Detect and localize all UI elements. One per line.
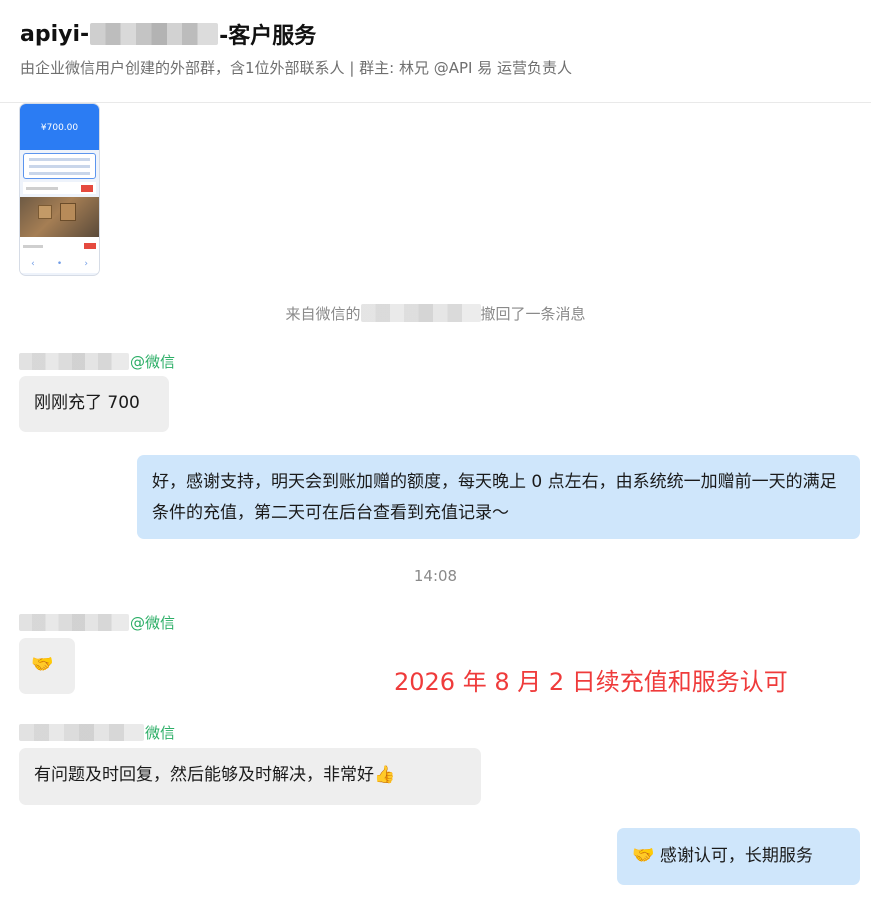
recall-notice-suffix: 撤回了一条消息 — [480, 305, 586, 323]
image-footer — [20, 237, 99, 255]
sender-name[interactable]: @微信 — [19, 612, 175, 633]
recall-notice-prefix: 来自微信的 — [285, 305, 361, 323]
handshake-icon: 🤝 — [31, 654, 54, 675]
image-message[interactable]: ¥700.00 ‹ • › — [19, 103, 100, 276]
sender-name[interactable]: @微信 — [19, 351, 175, 372]
message-text: 感谢认可，长期服务 — [659, 846, 813, 866]
sender-suffix: @微信 — [130, 353, 176, 371]
sender-suffix: 微信 — [145, 724, 176, 742]
redacted-name — [19, 724, 144, 741]
message-text: 刚刚充了 700 — [34, 393, 140, 413]
redacted-name — [360, 304, 481, 322]
message-text: 有问题及时回复，然后能够及时解决，非常好👍 — [34, 765, 396, 785]
group-subtitle: 由企业微信用户创建的外部群，含1位外部联系人 | 群主: 林兄 @API 易 运… — [20, 59, 572, 77]
message-text: 好，感谢支持，明天会到账加赠的额度，每天晚上 0 点左右，由系统统一加赠前一天的… — [152, 472, 837, 523]
timestamp: 14:08 — [413, 567, 458, 585]
image-amount: ¥700.00 — [20, 104, 99, 150]
message-list[interactable]: ¥700.00 ‹ • › 来自微信的 撤回了一条消息 @微信 刚刚充了 700 好，… — [0, 103, 871, 900]
redacted-name — [90, 23, 219, 45]
image-nav: ‹ • › — [20, 255, 99, 273]
image-card — [23, 153, 96, 179]
message-bubble[interactable]: 刚刚充了 700 — [19, 376, 169, 432]
message-bubble[interactable]: 好，感谢支持，明天会到账加赠的额度，每天晚上 0 点左右，由系统统一加赠前一天的… — [137, 455, 860, 539]
group-title-suffix: -客户服务 — [219, 24, 317, 49]
handshake-icon: 🤝 — [632, 845, 655, 866]
image-row — [23, 182, 96, 194]
message-bubble[interactable]: 🤝 感谢认可，长期服务 — [617, 828, 860, 885]
group-title[interactable]: apiyi- -客户服务 — [20, 18, 316, 50]
sender-name[interactable]: 微信 — [19, 722, 175, 743]
redacted-name — [19, 614, 129, 631]
annotation-caption: 2026 年 8 月 2 日续充值和服务认可 — [394, 668, 788, 696]
redacted-name — [19, 353, 129, 370]
message-bubble[interactable]: 有问题及时回复，然后能够及时解决，非常好👍 — [19, 748, 481, 805]
message-bubble[interactable]: 🤝 — [19, 638, 75, 694]
sender-suffix: @微信 — [130, 614, 176, 632]
image-photo — [20, 197, 99, 237]
chat-header: apiyi- -客户服务 由企业微信用户创建的外部群，含1位外部联系人 | 群主… — [0, 0, 871, 103]
group-title-prefix: apiyi- — [20, 21, 90, 47]
recall-notice: 来自微信的 撤回了一条消息 — [0, 303, 871, 324]
